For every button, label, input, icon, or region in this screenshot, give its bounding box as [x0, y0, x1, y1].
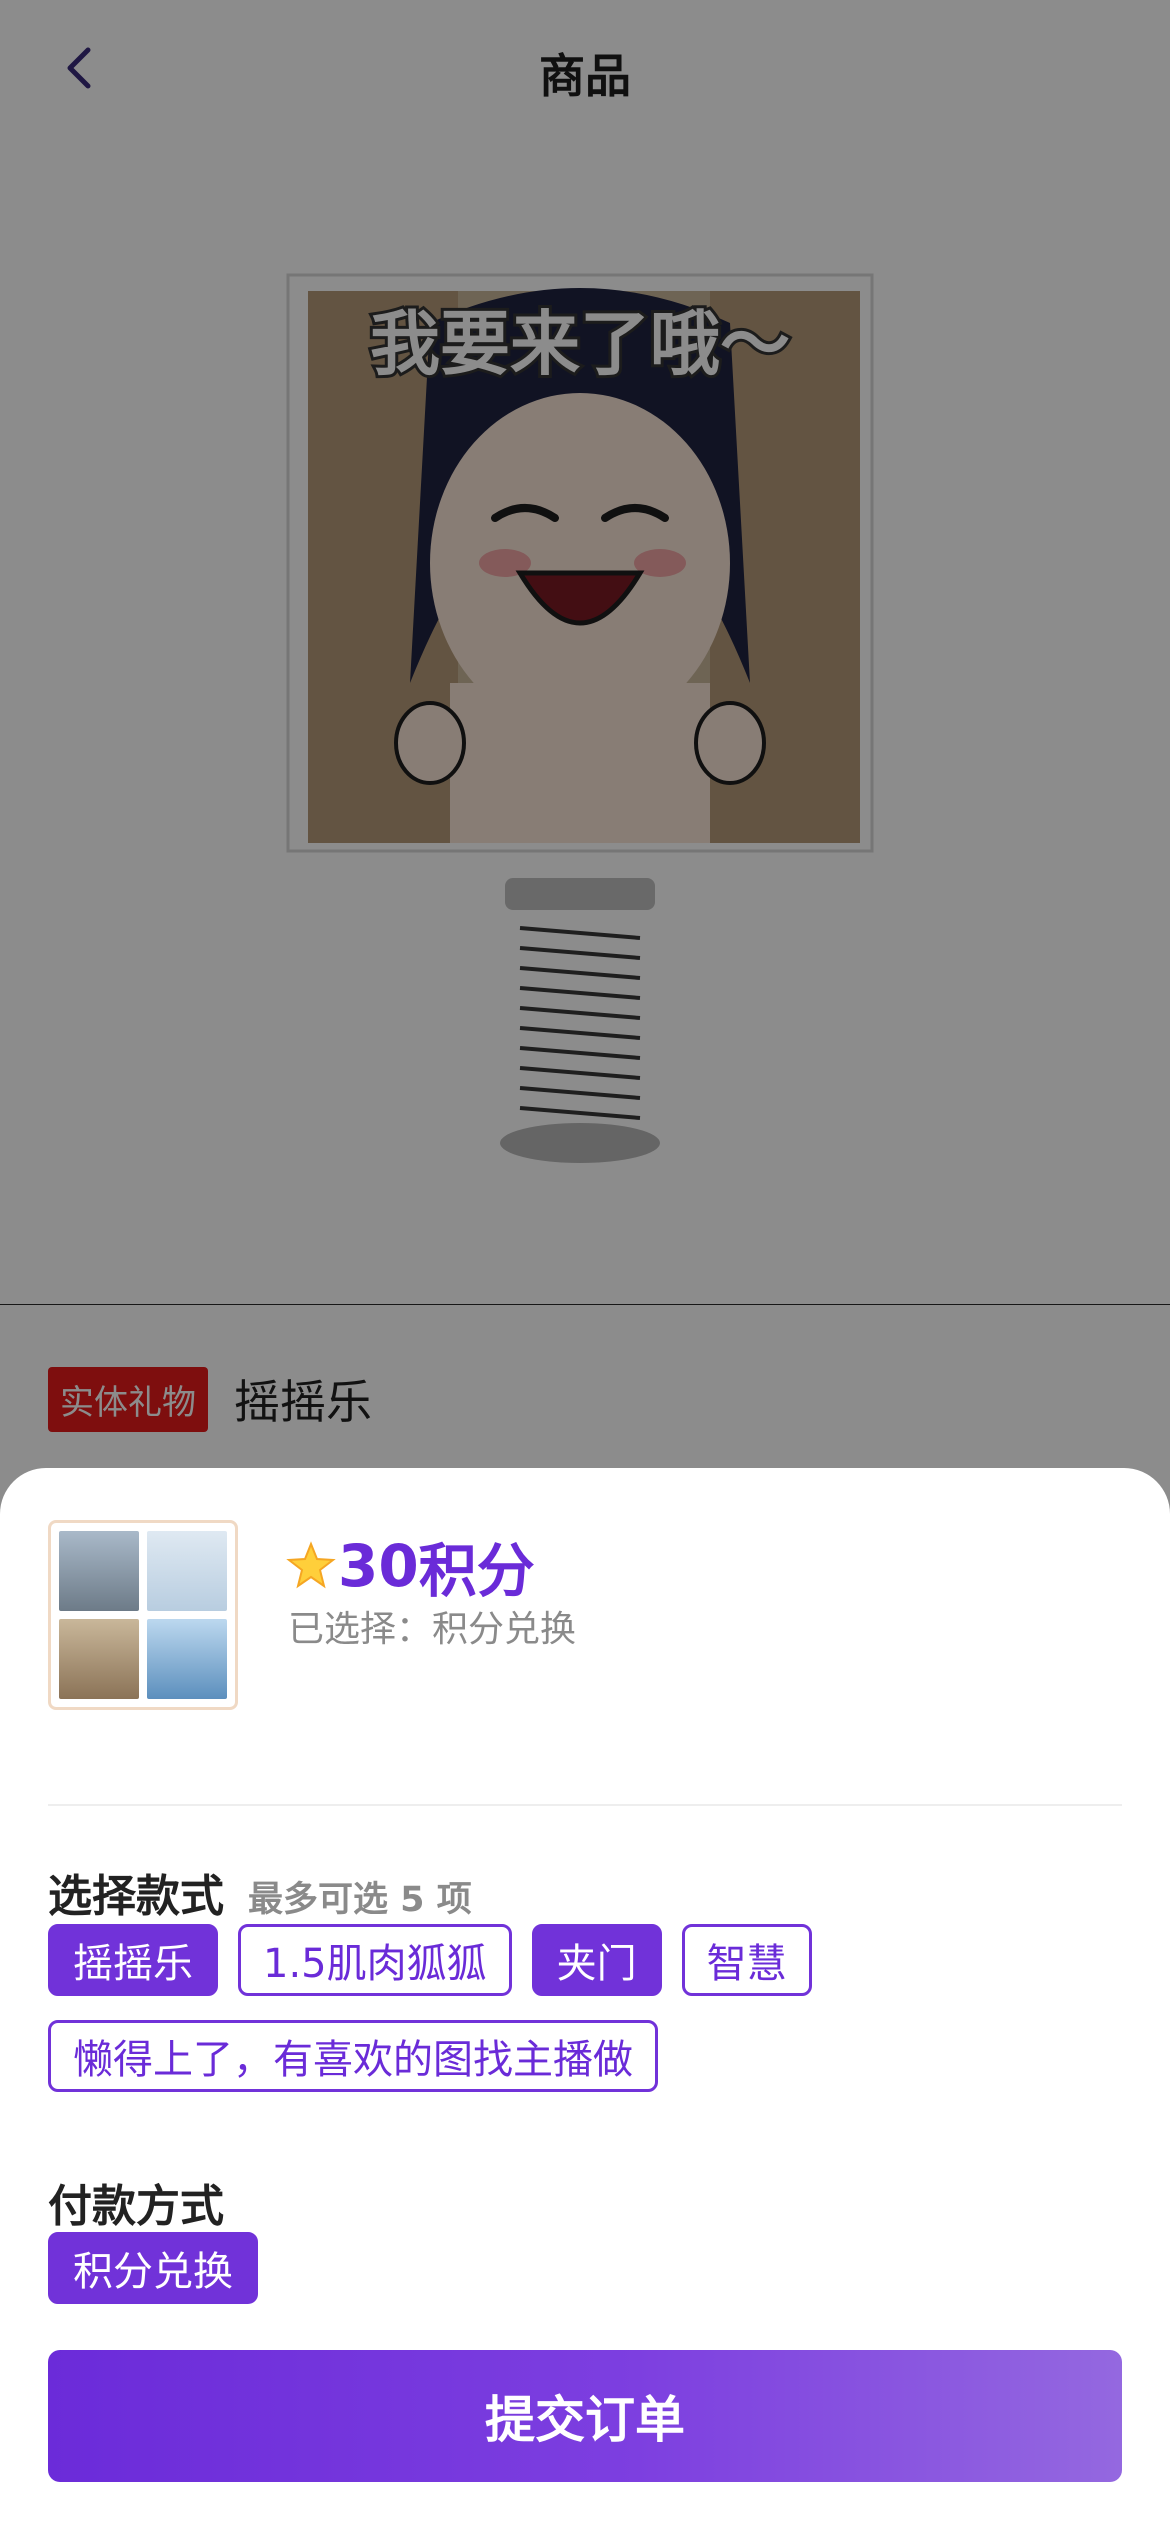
thumbnail-variant-3 — [59, 1619, 139, 1699]
style-option-custom[interactable]: 懒得上了，有喜欢的图找主播做 — [48, 2020, 658, 2092]
star-icon — [286, 1541, 336, 1589]
style-option-door[interactable]: 夹门 — [531, 1924, 662, 1996]
submit-order-button[interactable]: 提交订单 — [48, 2350, 1122, 2482]
payment-section-title: 付款方式 — [48, 2181, 224, 2232]
style-section-label: 选择款式 — [48, 1871, 224, 1922]
thumbnail-variant-1 — [59, 1531, 139, 1611]
style-option-wisdom[interactable]: 智慧 — [681, 1924, 812, 1996]
purchase-bottom-sheet: 30 积分 已选择：积分兑换 选择款式 最多可选 5 项 摇摇乐 1.5肌肉狐狐 … — [0, 1468, 1170, 2532]
payment-options-row: 积分兑换 — [48, 2232, 258, 2304]
style-option-yaoyaole[interactable]: 摇摇乐 — [48, 1924, 218, 1996]
thumbnail-variant-4 — [147, 1619, 227, 1699]
product-thumbnail — [48, 1520, 238, 1710]
style-section-title: 选择款式 最多可选 5 项 — [48, 1860, 472, 1924]
divider — [48, 1804, 1122, 1806]
style-option-muscle-fox[interactable]: 1.5肌肉狐狐 — [238, 1924, 512, 1996]
selected-summary: 已选择：积分兑换 — [288, 1609, 577, 1650]
style-section-hint: 最多可选 5 项 — [248, 1880, 472, 1920]
style-options-row-1: 摇摇乐 1.5肌肉狐狐 夹门 智慧 — [48, 1924, 812, 1996]
style-options-row-2: 懒得上了，有喜欢的图找主播做 — [48, 2020, 658, 2092]
price-value: 30 — [338, 1532, 419, 1600]
payment-option-points[interactable]: 积分兑换 — [48, 2232, 258, 2304]
product-page: 商品 我要来了哦～ 实体礼物 摇摇乐 30 积分 已选择：积分兑换 选择款式 最… — [0, 0, 1170, 2532]
thumbnail-variant-2 — [147, 1531, 227, 1611]
price-row: 30 积分 — [286, 1524, 535, 1608]
price-unit: 积分 — [418, 1537, 535, 1605]
